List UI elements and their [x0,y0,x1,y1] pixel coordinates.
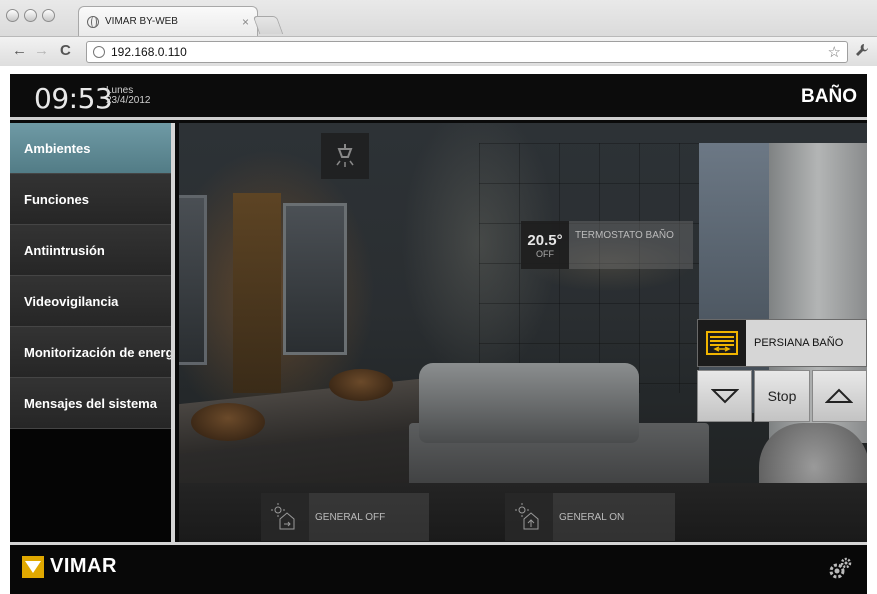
light-control-button[interactable] [321,133,369,179]
vimar-app: 09:53 Lunes 23/4/2012 BAÑO Ambientes Fun… [10,74,867,594]
basin [191,403,265,441]
zoom-window-button[interactable] [42,9,55,22]
shelf [233,193,281,393]
gear-icon[interactable] [827,557,853,586]
room-scene: 20.5° OFF TERMOSTATO BAÑO GENERAL OFF GE… [179,123,867,542]
blind-buttons: Stop [697,370,867,422]
sidebar-item-antiintrusion[interactable]: Antiintrusión [10,225,171,276]
triangle-up-icon [825,388,854,403]
reload-button[interactable]: C [60,42,71,60]
general-off-button[interactable]: GENERAL OFF [261,493,429,541]
mirror-left [179,195,207,365]
clock-date: Lunes 23/4/2012 [106,86,151,106]
scenario-on-icon [505,493,553,541]
forward-button[interactable]: → [34,42,49,60]
browser-chrome: VIMAR BY-WEB × ← → C 192.168.0.110 ☆ [0,0,877,66]
scenario-off-icon [261,493,309,541]
spotlight-icon [336,144,354,167]
address-bar[interactable]: 192.168.0.110 ☆ [86,41,848,63]
sidebar: Ambientes Funciones Antiintrusión Videov… [10,123,175,542]
app-header: 09:53 Lunes 23/4/2012 BAÑO [10,74,867,120]
new-tab-button[interactable] [252,16,284,34]
sidebar-item-funciones[interactable]: Funciones [10,174,171,225]
general-on-label: GENERAL ON [553,493,675,541]
tab-title: VIMAR BY-WEB [105,16,178,27]
sidebar-item-monitorizacion[interactable]: Monitorización de energía [10,327,171,378]
triangle-down-icon [710,389,739,404]
clock-date-value: 23/4/2012 [106,95,151,106]
back-button[interactable]: ← [12,42,27,60]
thermostat-temperature: 20.5° [527,231,563,249]
browser-tab[interactable]: VIMAR BY-WEB × [78,6,258,36]
bookmark-star-icon[interactable]: ☆ [828,43,841,61]
globe-icon [93,46,105,58]
blind-label: PERSIANA BAÑO [746,320,866,366]
tab-close-icon[interactable]: × [242,15,249,29]
minimize-window-button[interactable] [24,9,37,22]
globe-icon [87,15,99,28]
vimar-logo-icon [22,555,44,578]
clock-time: 09:53 [34,82,113,115]
blind-header[interactable]: PERSIANA BAÑO [697,319,867,367]
room-title: BAÑO [801,86,857,107]
sidebar-item-ambientes[interactable]: Ambientes [10,123,171,174]
basin [329,369,393,401]
close-window-button[interactable] [6,9,19,22]
blind-up-button[interactable] [811,370,867,422]
browser-toolbar: ← → C 192.168.0.110 ☆ [0,36,877,66]
general-off-label: GENERAL OFF [309,493,429,541]
wrench-icon[interactable] [855,43,869,60]
thermostat-widget[interactable]: 20.5° OFF TERMOSTATO BAÑO [521,221,693,269]
general-on-button[interactable]: GENERAL ON [505,493,675,541]
url-text[interactable]: 192.168.0.110 [111,45,822,59]
bathtub [419,363,639,443]
blind-control-panel: PERSIANA BAÑO Stop [697,319,867,422]
blind-icon [698,320,746,366]
thermostat-value: 20.5° OFF [521,221,569,269]
thermostat-state: OFF [536,248,554,259]
vimar-logo: VIMAR [22,555,117,578]
blind-down-button[interactable] [697,370,753,422]
app-footer: VIMAR [10,542,867,594]
sidebar-item-mensajes[interactable]: Mensajes del sistema [10,378,171,429]
brand-name: VIMAR [50,555,117,577]
sidebar-item-videovigilancia[interactable]: Videovigilancia [10,276,171,327]
thermostat-label: TERMOSTATO BAÑO [569,221,693,269]
window-controls [6,9,55,22]
blind-stop-button[interactable]: Stop [754,370,810,422]
mirror [283,203,347,355]
